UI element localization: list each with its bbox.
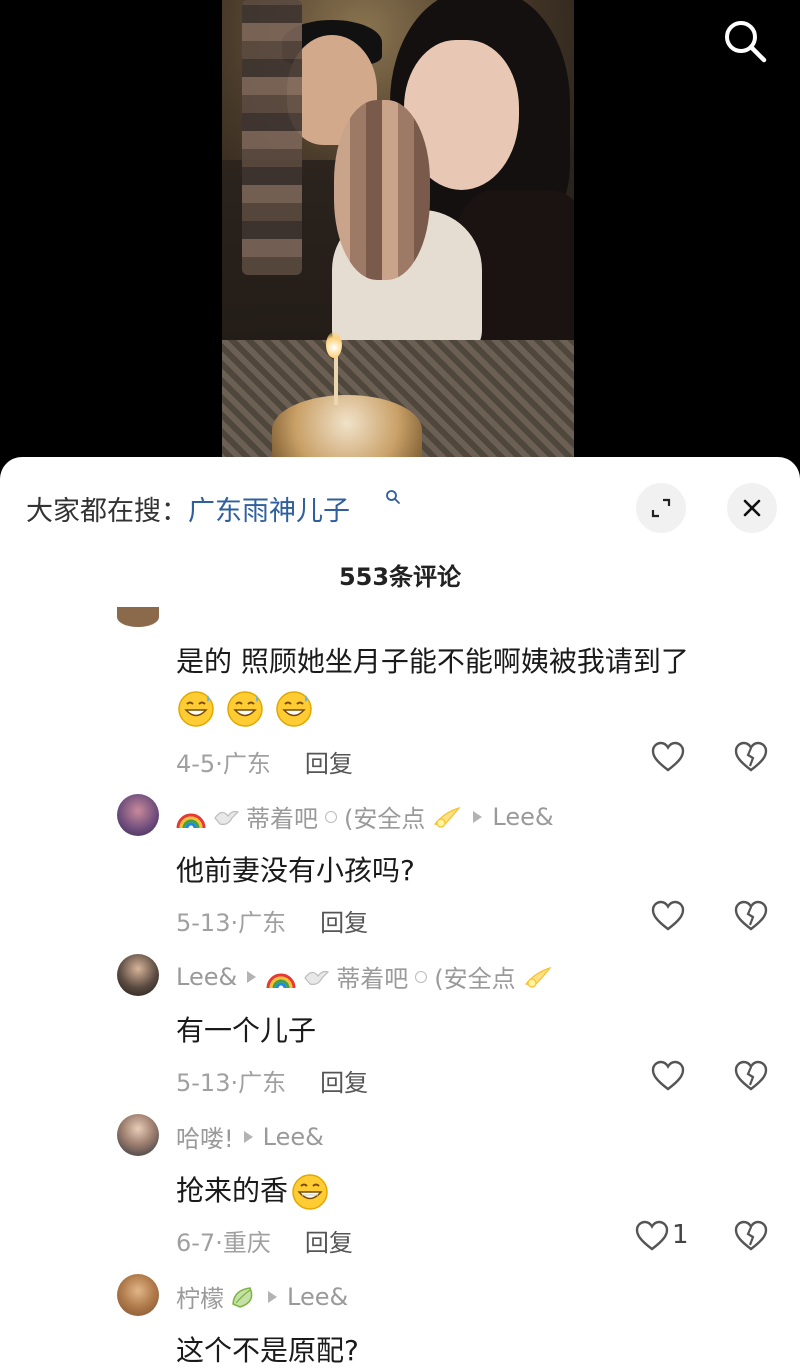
comment-emoji-row xyxy=(176,689,314,729)
comment-header: Lee& 蒂着吧 (安全点 xyxy=(176,959,554,994)
video-area[interactable] xyxy=(0,0,800,470)
comment-date-region: 4-5·广东 xyxy=(176,750,271,778)
video-candle-flame xyxy=(326,332,342,358)
ring-icon xyxy=(325,810,337,823)
comet-icon xyxy=(524,966,552,988)
reply-arrow-icon xyxy=(473,810,483,823)
dove-icon xyxy=(304,970,330,985)
avatar[interactable] xyxy=(117,1274,159,1316)
video-cake xyxy=(272,395,422,465)
trending-search-prefix: 大家都在搜： xyxy=(26,496,188,527)
avatar[interactable] xyxy=(117,1114,159,1156)
expand-button[interactable] xyxy=(636,483,686,533)
comment-header: 蒂着吧 (安全点 Lee& xyxy=(176,799,554,834)
dislike-broken-heart-icon[interactable] xyxy=(733,1218,769,1254)
comment-text-content: 抢来的香 xyxy=(176,1174,289,1207)
comment-text: 抢来的香 xyxy=(176,1169,330,1212)
comment-username[interactable]: 哈喽! xyxy=(176,1119,234,1154)
reply-to-username[interactable]: Lee& xyxy=(492,803,553,831)
reply-arrow-icon xyxy=(247,970,257,983)
search-icon[interactable] xyxy=(720,16,770,66)
reply-button[interactable]: 回复 xyxy=(320,909,368,937)
comment-date-region: 6-7·重庆 xyxy=(176,1229,271,1257)
lime-icon xyxy=(232,1286,253,1308)
grin-sweat-emoji xyxy=(276,691,312,727)
trending-search-link[interactable]: 广东雨神儿子 xyxy=(188,496,350,527)
comment-text: 有一个儿子 xyxy=(176,1014,317,1047)
dislike-broken-heart-icon[interactable] xyxy=(733,898,769,934)
comment-meta: 5-13·广东 回复 xyxy=(176,903,368,938)
comment-username[interactable]: Lee& xyxy=(176,963,237,991)
like-heart-icon[interactable] xyxy=(650,739,686,775)
trending-search-label: 大家都在搜：广东雨神儿子 xyxy=(26,489,350,528)
reply-arrow-icon xyxy=(268,1290,277,1303)
reply-to-username-suffix: (安全点 xyxy=(434,965,516,993)
like-heart-icon[interactable] xyxy=(650,1058,686,1094)
reply-arrow-icon xyxy=(243,1130,253,1143)
reply-to-username[interactable]: 蒂着吧 xyxy=(336,959,408,994)
comment-count: 553条评论 xyxy=(338,563,462,591)
like-count: 1 xyxy=(672,1220,689,1250)
rainbow-icon xyxy=(176,813,206,828)
video-candle xyxy=(334,350,338,405)
comment-sheet: 大家都在搜：广东雨神儿子 553条评论 是的 照顾她坐月子能不能啊姨被我请到了 … xyxy=(0,457,800,1368)
avatar[interactable] xyxy=(117,954,159,996)
like-heart-icon[interactable] xyxy=(650,898,686,934)
video-mosaic-blur xyxy=(242,0,302,275)
rainbow-icon xyxy=(266,973,296,988)
dove-icon xyxy=(214,810,240,825)
comment-text: 这个不是原配? xyxy=(176,1334,359,1367)
dislike-broken-heart-icon[interactable] xyxy=(733,739,769,775)
reply-button[interactable]: 回复 xyxy=(320,1069,368,1097)
comment-date-region: 5-13·广东 xyxy=(176,909,287,937)
comment-text: 他前妻没有小孩吗? xyxy=(176,854,415,887)
small-search-icon xyxy=(386,490,400,504)
reply-to-username[interactable]: Lee& xyxy=(287,1283,348,1311)
comment-username[interactable]: 柠檬 xyxy=(176,1279,224,1314)
expand-icon xyxy=(651,498,671,518)
video-frame[interactable] xyxy=(222,0,574,470)
comment-header: 柠檬 Lee& xyxy=(176,1279,348,1314)
comment-text: 是的 照顾她坐月子能不能啊姨被我请到了 xyxy=(176,645,689,678)
reply-button[interactable]: 回复 xyxy=(305,750,353,778)
comment-username-suffix: (安全点 xyxy=(344,805,426,833)
comment-username[interactable]: 蒂着吧 xyxy=(246,799,318,834)
comment-date-region: 5-13·广东 xyxy=(176,1069,287,1097)
avatar[interactable] xyxy=(117,794,159,836)
grin-sweat-emoji xyxy=(178,691,214,727)
ring-icon xyxy=(415,970,428,983)
comment-header: 哈喽! Lee& xyxy=(176,1119,324,1154)
grin-sweat-emoji xyxy=(227,691,263,727)
close-icon xyxy=(743,499,761,517)
comet-icon xyxy=(434,806,462,828)
dislike-broken-heart-icon[interactable] xyxy=(733,1058,769,1094)
avatar[interactable] xyxy=(117,607,159,627)
comment-meta: 4-5·广东 回复 xyxy=(176,744,353,779)
reply-button[interactable]: 回复 xyxy=(305,1229,353,1257)
comment-meta: 6-7·重庆 回复 xyxy=(176,1223,353,1258)
like-heart-icon[interactable] xyxy=(634,1218,670,1254)
reply-to-username[interactable]: Lee& xyxy=(263,1123,324,1151)
grin-emoji xyxy=(292,1174,328,1210)
close-button[interactable] xyxy=(727,483,777,533)
video-mosaic-blur-2 xyxy=(334,100,430,280)
comment-meta: 5-13·广东 回复 xyxy=(176,1063,368,1098)
